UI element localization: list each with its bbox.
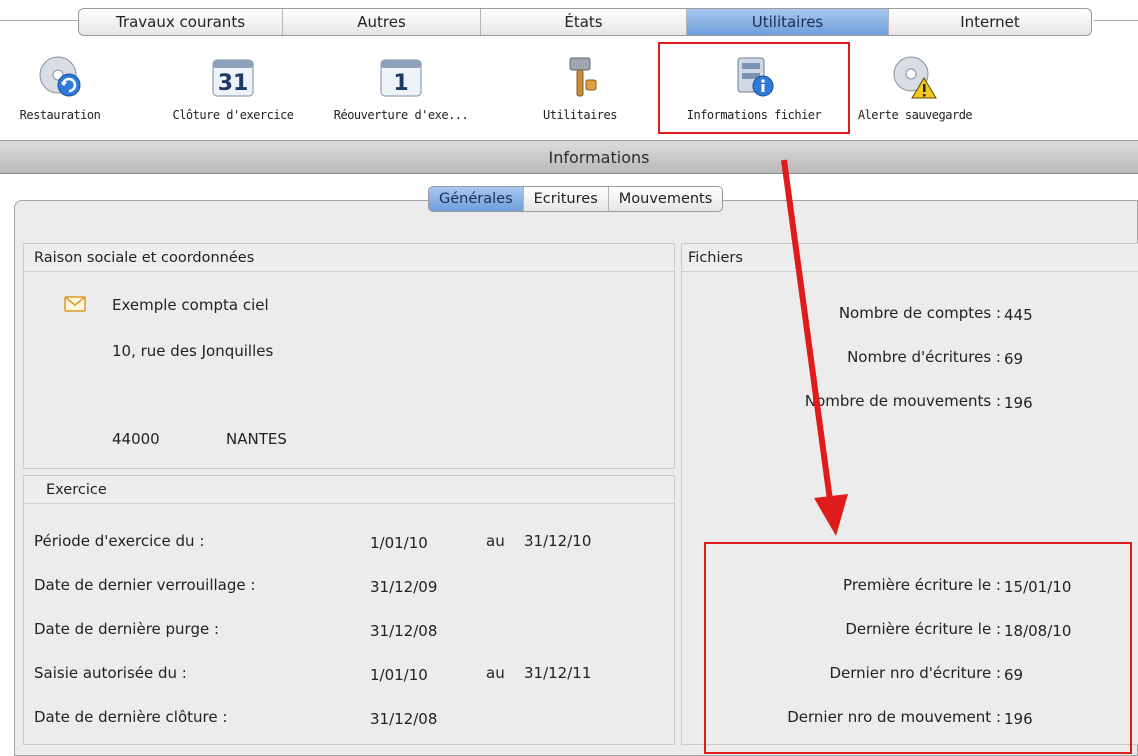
reouverture-exercice-label: Réouverture d'exe... [333, 108, 469, 122]
exercice-row-label: Période d'exercice du : [34, 532, 205, 550]
informations-fichier-label: Informations fichier [686, 108, 822, 122]
fichiers-count-value: 445 [1004, 306, 1033, 324]
exercice-box: Exercice Période d'exercice du : 1/01/10… [23, 475, 675, 745]
exercice-row-value: 31/12/09 [370, 578, 438, 596]
backup-alert-icon [890, 50, 940, 102]
section-title: Informations [548, 147, 650, 167]
toolbar: Restauration 31 Clôture d'exercice 1 Réo… [0, 42, 1138, 134]
alerte-sauvegarde-button[interactable]: Alerte sauvegarde [850, 44, 980, 132]
menu-bar: Travaux courants Autres États Utilitaire… [0, 8, 1138, 36]
fichiers-count-label: Nombre de comptes : [838, 304, 1001, 322]
tab-generales[interactable]: Générales [429, 187, 524, 211]
fichiers-count-value: 69 [1004, 350, 1024, 368]
fichiers-header: Fichiers [682, 244, 1138, 272]
cloture-exercice-button[interactable]: 31 Clôture d'exercice [158, 44, 308, 132]
exercice-row-label: Date de dernière purge : [34, 620, 220, 638]
exercice-row-sep: au [486, 532, 505, 550]
exercice-row-value: 1/01/10 [370, 534, 428, 552]
tab-mouvements[interactable]: Mouvements [609, 187, 723, 211]
exercice-header: Exercice [24, 476, 674, 504]
fichiers-detail-value: 69 [1004, 666, 1024, 684]
company-box: Raison sociale et coordonnées Exemple co… [23, 243, 675, 469]
company-header: Raison sociale et coordonnées [24, 244, 674, 272]
fichiers-count-value: 196 [1004, 394, 1033, 412]
fichiers-box: Fichiers Nombre de comptes : 445 Nombre … [681, 243, 1138, 745]
restauration-button[interactable]: Restauration [6, 44, 114, 132]
fichiers-count-label: Nombre de mouvements : [804, 392, 1001, 410]
calendar-31-day: 31 [218, 71, 249, 96]
fichiers-detail-value: 196 [1004, 710, 1033, 728]
tab-utilitaires[interactable]: Utilitaires [687, 9, 889, 35]
fichiers-detail-label: Dernier nro de mouvement : [787, 708, 1001, 726]
exercice-row-sep: au [486, 664, 505, 682]
utilitaires-button[interactable]: Utilitaires [530, 44, 630, 132]
exercice-row-value: 31/12/08 [370, 622, 438, 640]
company-address: 10, rue des Jonquilles [112, 342, 274, 360]
tab-ecritures[interactable]: Ecritures [524, 187, 609, 211]
fichiers-count-label: Nombre d'écritures : [847, 348, 1001, 366]
info-subtabs: Générales Ecritures Mouvements [428, 186, 724, 212]
company-city: NANTES [226, 430, 287, 448]
mail-icon [64, 296, 86, 316]
fichiers-detail-label: Dernière écriture le : [845, 620, 1001, 638]
exercice-row-label: Date de dernier verrouillage : [34, 576, 256, 594]
cloture-exercice-label: Clôture d'exercice [172, 108, 294, 122]
exercice-row-value: 31/12/08 [370, 710, 438, 728]
restauration-label: Restauration [19, 108, 101, 122]
exercice-row-label: Saisie autorisée du : [34, 664, 187, 682]
reouverture-exercice-button[interactable]: 1 Réouverture d'exe... [326, 44, 476, 132]
exercice-row-value-end: 31/12/11 [524, 664, 592, 682]
fichiers-detail-label: Dernier nro d'écriture : [829, 664, 1001, 682]
fichiers-detail-value: 15/01/10 [1004, 578, 1072, 596]
fichiers-detail-label: Première écriture le : [843, 576, 1001, 594]
file-info-icon [729, 50, 779, 102]
tab-travaux-courants[interactable]: Travaux courants [79, 9, 283, 35]
hammer-tools-icon [555, 50, 605, 102]
info-panel: Raison sociale et coordonnées Exemple co… [14, 200, 1138, 756]
section-header: Informations [0, 140, 1138, 174]
utilitaires-label: Utilitaires [543, 108, 617, 122]
calendar-31-icon: 31 [208, 50, 258, 102]
restore-disk-icon [35, 50, 85, 102]
calendar-1-icon: 1 [376, 50, 426, 102]
menu-rule-right [1094, 20, 1138, 21]
exercice-row-value: 1/01/10 [370, 666, 428, 684]
informations-fichier-button[interactable]: Informations fichier [658, 42, 850, 134]
menu-tabs: Travaux courants Autres États Utilitaire… [78, 8, 1092, 36]
alerte-sauvegarde-label: Alerte sauvegarde [857, 108, 973, 122]
calendar-1-day: 1 [393, 71, 408, 96]
tab-autres[interactable]: Autres [283, 9, 481, 35]
menu-rule-left [0, 20, 78, 21]
fichiers-detail-value: 18/08/10 [1004, 622, 1072, 640]
company-name: Exemple compta ciel [112, 296, 269, 314]
company-postcode: 44000 [112, 430, 160, 448]
exercice-row-value-end: 31/12/10 [524, 532, 592, 550]
exercice-row-label: Date de dernière clôture : [34, 708, 228, 726]
tab-etats[interactable]: États [481, 9, 687, 35]
tab-internet[interactable]: Internet [889, 9, 1091, 35]
